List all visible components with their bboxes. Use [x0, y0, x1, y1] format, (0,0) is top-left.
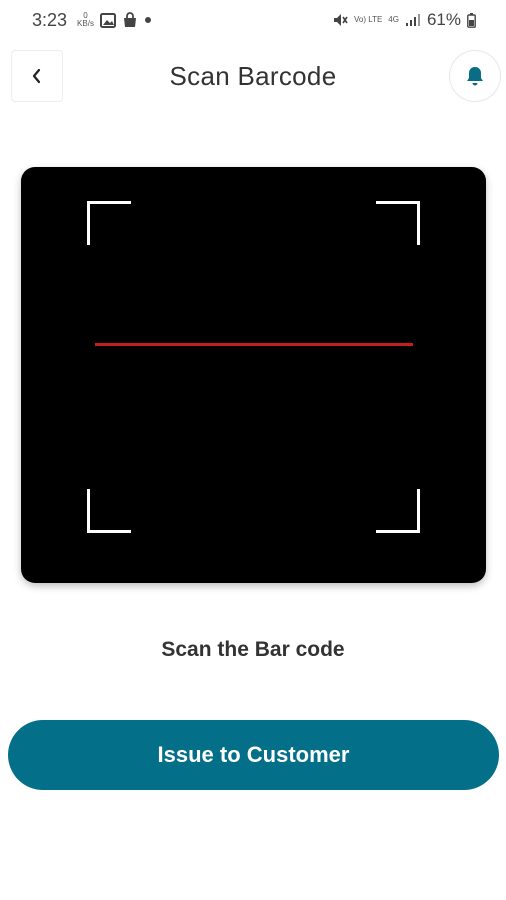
status-left: 3:23 0 KB/s [32, 10, 152, 31]
battery-icon [467, 12, 476, 28]
gallery-icon [99, 12, 116, 28]
scan-line [95, 343, 413, 346]
signal-icon [405, 13, 421, 27]
volte-icon: Vo) LTE [353, 15, 383, 24]
scan-frame-corner-bottom-left [87, 489, 131, 533]
issue-to-customer-button[interactable]: Issue to Customer [8, 720, 499, 790]
network-4g-icon: 4G [388, 15, 399, 24]
mute-icon [332, 12, 348, 28]
battery-percent: 61% [426, 10, 461, 29]
screen: 3:23 0 KB/s Vo) LTE 4G 61% Scan Barcode … [0, 0, 506, 900]
scan-frame-corner-top-right [376, 201, 420, 245]
page-title: Scan Barcode [169, 61, 337, 91]
scan-frame-corner-bottom-right [376, 489, 420, 533]
scan-frame-corner-top-left [87, 201, 131, 245]
notification-button[interactable] [449, 50, 501, 102]
status-time: 3:23 [32, 9, 68, 30]
data-speed-icon: 0 KB/s [77, 11, 94, 28]
status-right: Vo) LTE 4G 61% [332, 10, 476, 30]
scan-instruction: Scan the Bar code [161, 638, 345, 661]
bag-icon [122, 12, 138, 28]
header: Scan Barcode [0, 50, 506, 104]
status-bar: 3:23 0 KB/s Vo) LTE 4G 61% [0, 0, 506, 40]
barcode-scanner-view[interactable] [21, 167, 486, 583]
dot-icon [144, 16, 152, 24]
bell-icon [467, 67, 483, 86]
